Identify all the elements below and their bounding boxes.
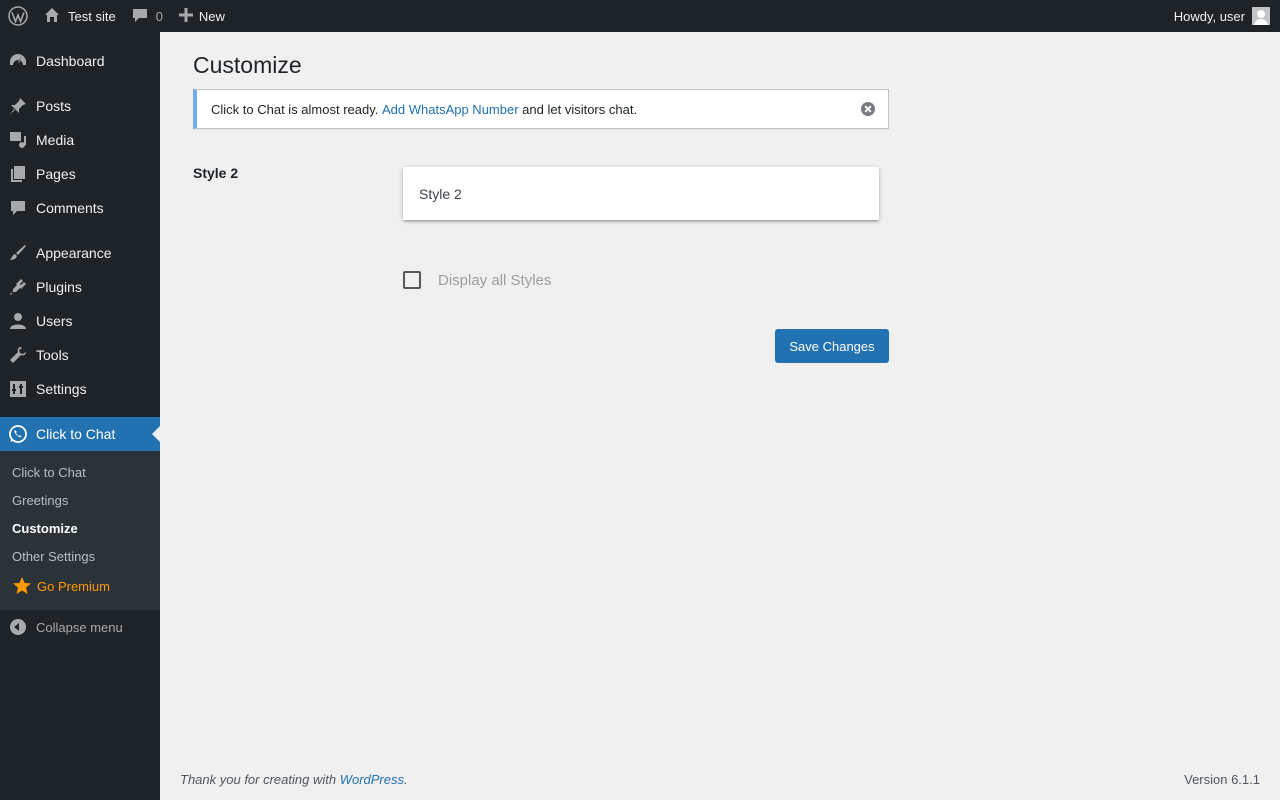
submenu-item-greetings[interactable]: Greetings xyxy=(0,486,160,514)
save-changes-button[interactable]: Save Changes xyxy=(775,329,889,363)
wrench-icon xyxy=(8,345,28,365)
pin-icon xyxy=(8,96,28,116)
plus-icon xyxy=(178,7,199,25)
sidebar-item-label: Dashboard xyxy=(36,53,105,69)
account-menu[interactable]: Howdy, user xyxy=(1166,0,1280,32)
sidebar-item-settings[interactable]: Settings xyxy=(0,372,160,406)
sidebar-item-plugins[interactable]: Plugins xyxy=(0,270,160,304)
click-to-chat-submenu: Click to Chat Greetings Customize Other … xyxy=(0,451,160,610)
plug-icon xyxy=(8,277,28,297)
star-icon xyxy=(13,577,31,594)
site-name-link[interactable]: Test site xyxy=(36,0,124,32)
dismiss-notice-icon[interactable] xyxy=(861,102,875,116)
submenu-item-other-settings[interactable]: Other Settings xyxy=(0,542,160,570)
admin-bar: Test site 0 New Howdy, user xyxy=(0,0,1280,32)
howdy-text: Howdy, user xyxy=(1173,8,1245,24)
notice-text-after: and let visitors chat. xyxy=(518,101,638,117)
style-select-value: Style 2 xyxy=(419,185,462,202)
sidebar-item-comments[interactable]: Comments xyxy=(0,191,160,225)
comments-count: 0 xyxy=(155,8,163,24)
display-all-styles-checkbox[interactable] xyxy=(403,271,421,289)
media-icon xyxy=(8,130,28,150)
comment-icon xyxy=(8,198,28,218)
collapse-menu-button[interactable]: Collapse menu xyxy=(0,610,160,644)
footer-thanks-after: . xyxy=(404,772,408,787)
avatar xyxy=(1252,7,1270,25)
sidebar-item-label: Tools xyxy=(36,347,69,363)
submenu-item-go-premium[interactable]: Go Premium xyxy=(0,570,160,602)
user-icon xyxy=(8,311,28,331)
sidebar-item-label: Plugins xyxy=(36,279,82,295)
sidebar-item-label: Appearance xyxy=(36,245,112,261)
sidebar-item-label: Posts xyxy=(36,98,72,114)
brush-icon xyxy=(8,243,28,263)
display-all-styles-option[interactable]: Display all Styles xyxy=(403,271,551,289)
site-name: Test site xyxy=(68,8,116,24)
comments-link[interactable]: 0 xyxy=(124,0,171,32)
sidebar-item-users[interactable]: Users xyxy=(0,304,160,338)
sidebar-item-label: Click to Chat xyxy=(36,426,116,442)
setup-notice: Click to Chat is almost ready. Add Whats… xyxy=(193,89,889,129)
home-icon xyxy=(44,7,68,26)
submenu-item-click-to-chat[interactable]: Click to Chat xyxy=(0,458,160,486)
go-premium-label: Go Premium xyxy=(37,578,110,594)
style-select[interactable]: Style 2 xyxy=(403,167,879,220)
sidebar-item-label: Media xyxy=(36,132,75,148)
new-label: New xyxy=(198,8,225,24)
notice-text-before: Click to Chat is almost ready. xyxy=(211,101,382,117)
sidebar-item-dashboard[interactable]: Dashboard xyxy=(0,44,160,78)
main-content: Customize Click to Chat is almost ready.… xyxy=(160,32,1280,800)
whatsapp-icon xyxy=(8,424,28,444)
collapse-menu-label: Collapse menu xyxy=(36,619,123,635)
footer-thanks-before: Thank you for creating with xyxy=(180,772,340,787)
add-whatsapp-number-link[interactable]: Add WhatsApp Number xyxy=(382,102,519,117)
sidebar-item-label: Settings xyxy=(36,381,87,397)
new-content-link[interactable]: New xyxy=(171,0,233,32)
sidebar-item-label: Comments xyxy=(36,200,104,216)
collapse-icon xyxy=(10,619,26,635)
display-all-styles-label: Display all Styles xyxy=(438,271,552,289)
footer-version: Version 6.1.1 xyxy=(1184,772,1260,787)
sidebar-item-posts[interactable]: Posts xyxy=(0,89,160,123)
wordpress-link[interactable]: WordPress xyxy=(340,772,404,787)
footer-thanks: Thank you for creating with WordPress. xyxy=(180,772,408,787)
sidebar-item-label: Users xyxy=(36,313,73,329)
wordpress-logo-icon[interactable] xyxy=(0,0,36,32)
pages-icon xyxy=(8,164,28,184)
submenu-item-customize[interactable]: Customize xyxy=(0,514,160,542)
sidebar-item-click-to-chat[interactable]: Click to Chat xyxy=(0,417,160,451)
page-title: Customize xyxy=(193,52,302,78)
sidebar-item-tools[interactable]: Tools xyxy=(0,338,160,372)
settings-icon xyxy=(8,379,28,399)
sidebar-item-pages[interactable]: Pages xyxy=(0,157,160,191)
sidebar-item-appearance[interactable]: Appearance xyxy=(0,236,160,270)
sidebar-item-label: Pages xyxy=(36,166,76,182)
sidebar-item-media[interactable]: Media xyxy=(0,123,160,157)
admin-sidebar: Dashboard Posts Media Pages Comments App… xyxy=(0,32,160,800)
dashboard-icon xyxy=(8,51,28,71)
comment-icon xyxy=(132,7,156,26)
style-row-label: Style 2 xyxy=(193,165,239,181)
